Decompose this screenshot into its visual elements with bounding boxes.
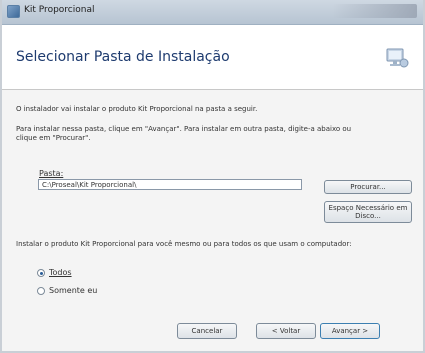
window-controls[interactable] [332,4,417,18]
disk-cost-label-1: Espaço Necessário em [328,204,408,212]
wizard-header: Selecionar Pasta de Instalação [2,25,423,90]
browse-button[interactable]: Procurar... [324,180,412,194]
cancel-button-label: Cancelar [191,327,223,335]
radio-todos[interactable] [37,269,45,277]
wizard-content: O instalador vai instalar o produto Kit … [2,90,423,353]
computer-icon [386,48,409,68]
disk-cost-button[interactable]: Espaço Necessário em Disco... [324,201,412,223]
install-for-prompt: Instalar o produto Kit Proporcional para… [16,240,352,248]
installer-window: Kit Proporcional Selecionar Pasta de Ins… [0,0,425,353]
folder-path-input[interactable] [38,179,302,190]
next-button-label: Avançar > [331,327,369,335]
radio-todos-label[interactable]: Todos [49,268,72,277]
browse-button-label: Procurar... [350,183,386,191]
title-bar[interactable]: Kit Proporcional [2,0,423,25]
back-button[interactable]: < Voltar [256,323,316,339]
page-title: Selecionar Pasta de Instalação [16,49,230,65]
radio-somente-eu-label[interactable]: Somente eu [49,286,97,295]
instruction-text-1: Para instalar nessa pasta, clique em "Av… [16,125,352,133]
cancel-button[interactable]: Cancelar [177,323,237,339]
back-button-label: < Voltar [271,327,301,335]
window-title: Kit Proporcional [24,5,95,15]
radio-somente-eu[interactable] [37,287,45,295]
app-icon [7,5,20,18]
disk-cost-label-2: Disco... [355,212,381,220]
intro-text: O instalador vai instalar o produto Kit … [16,105,258,113]
next-button[interactable]: Avançar > [320,323,380,339]
folder-label: Pasta: [39,169,64,178]
instruction-text-2: clique em "Procurar". [16,134,91,142]
